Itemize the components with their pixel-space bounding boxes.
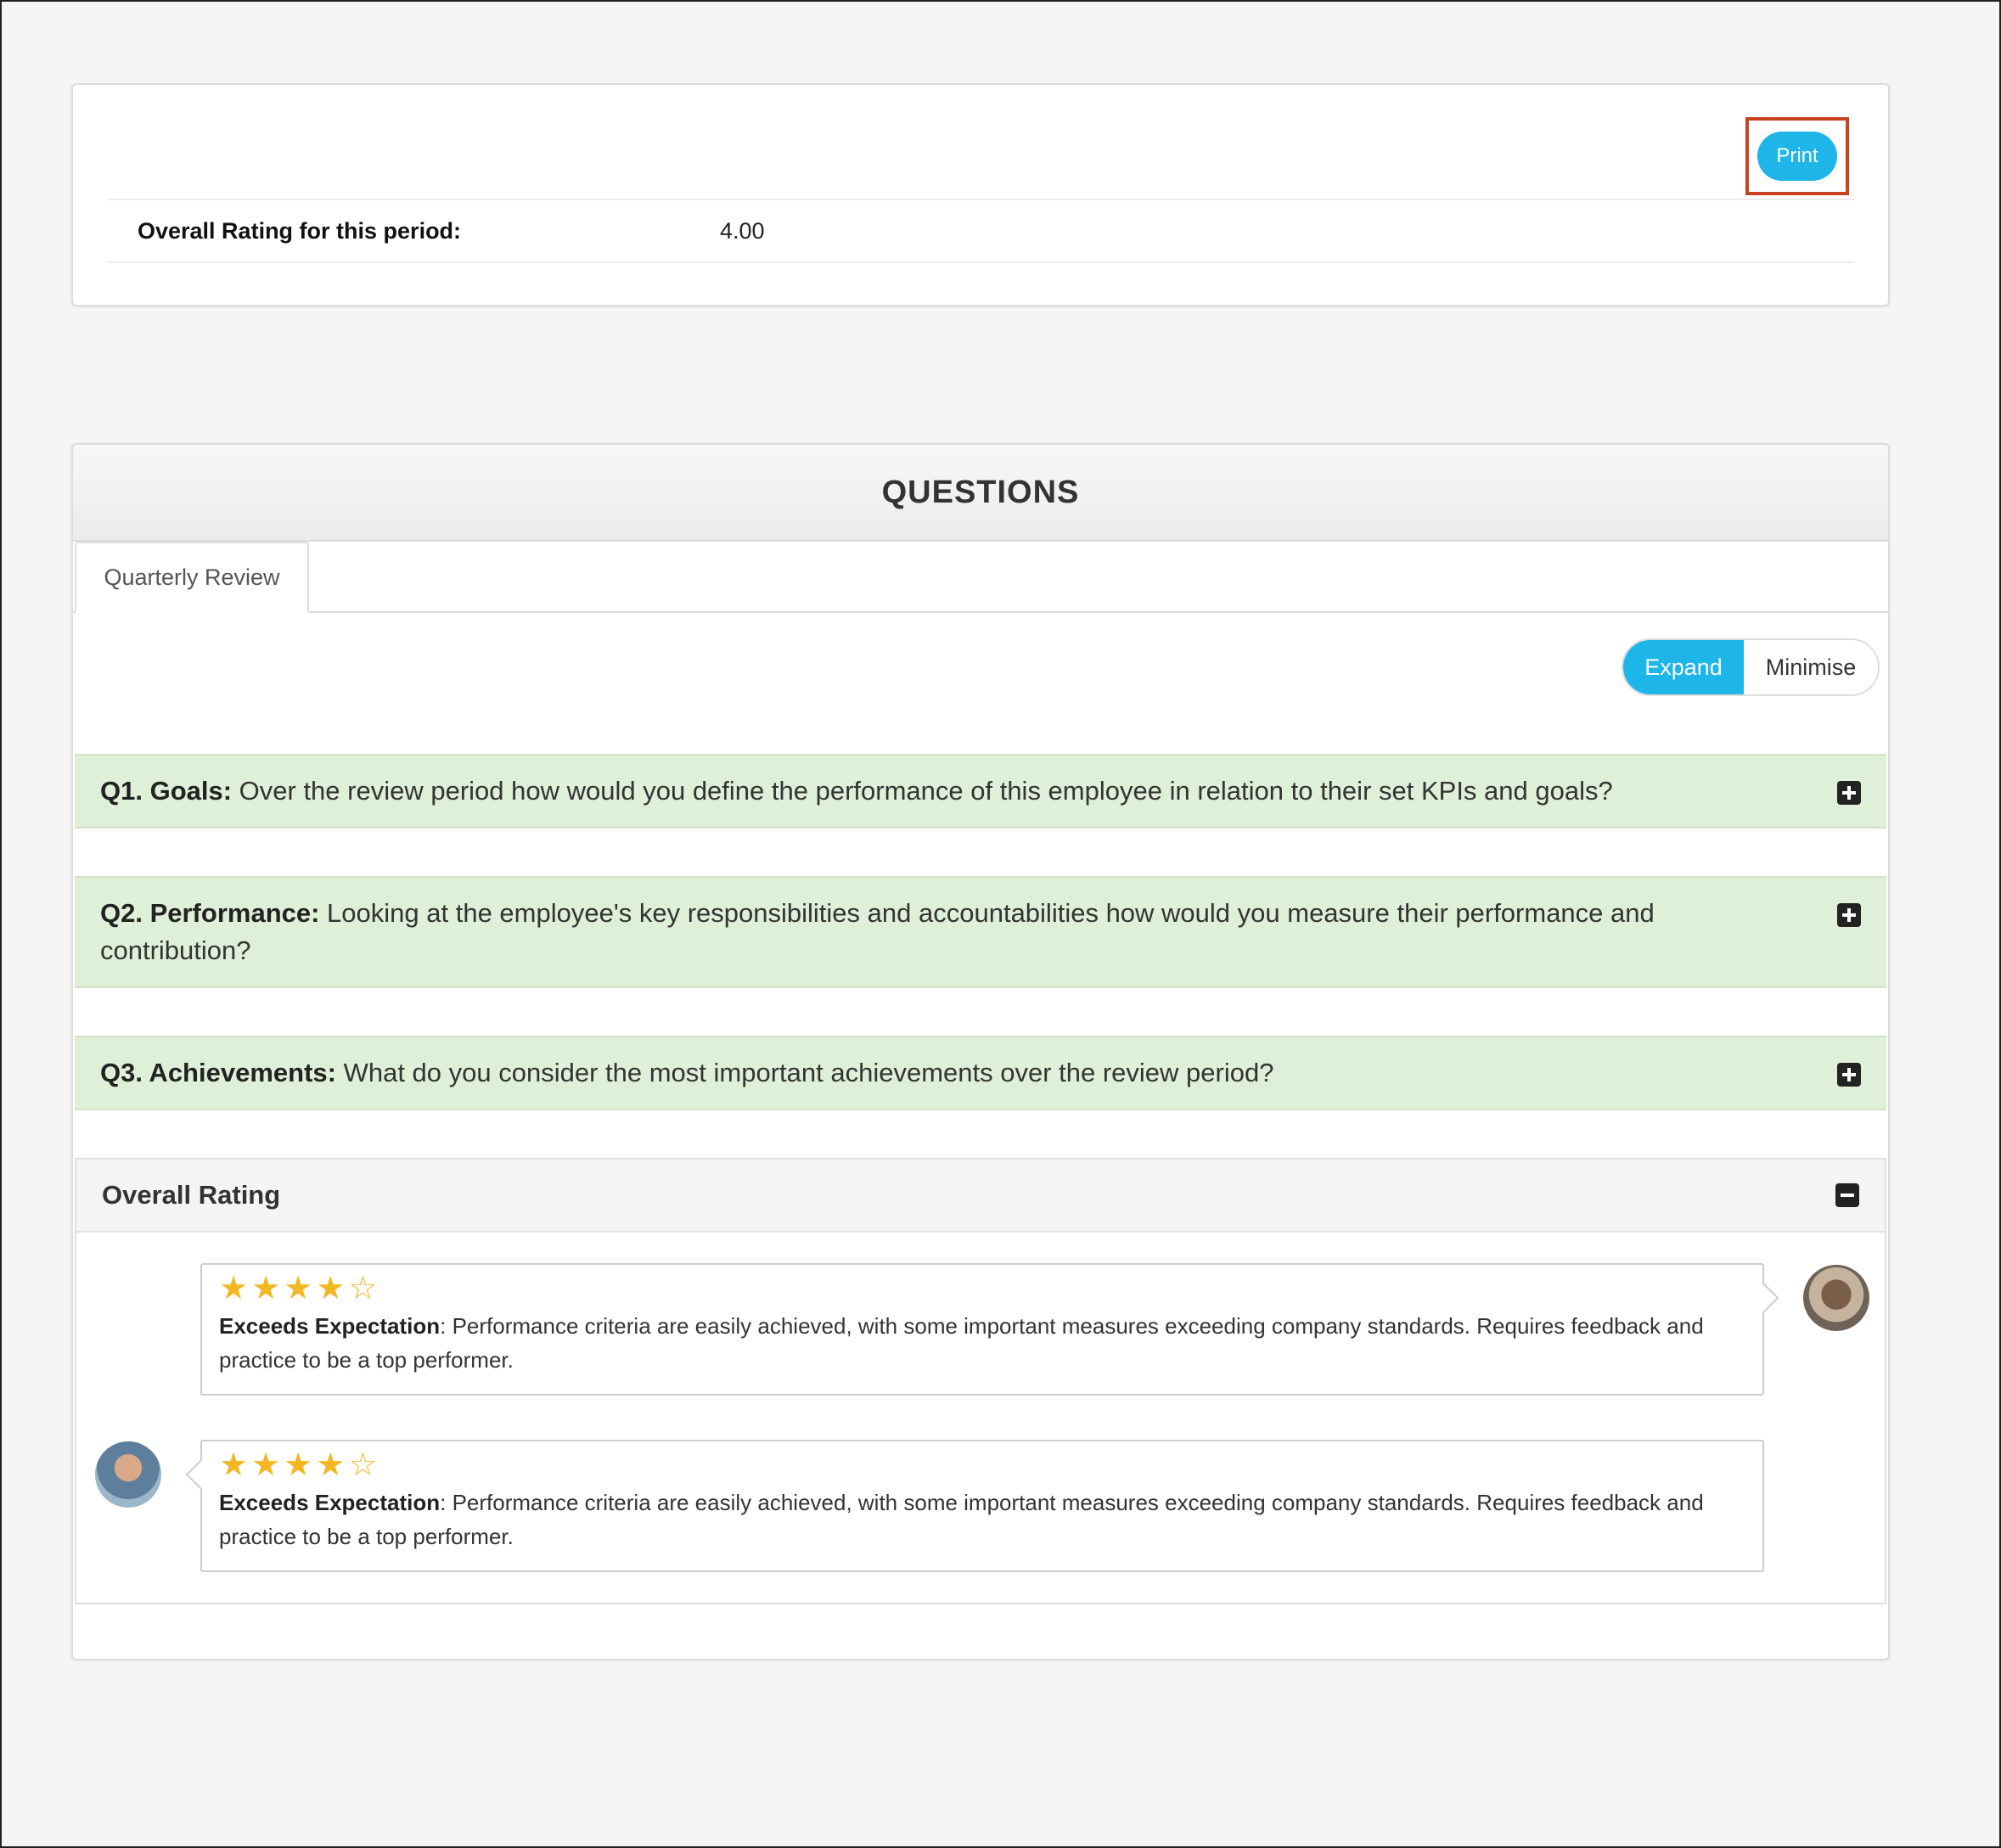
- avatar: [1803, 1265, 1869, 1331]
- star-filled-icon: ★: [316, 1271, 346, 1306]
- overall-rating-label: Overall Rating for this period:: [138, 217, 462, 244]
- rating-response-1: ★ ★ ★ ★ ☆ Exceeds Expectation: Performan…: [200, 1263, 1764, 1396]
- question-text: What do you consider the most important …: [335, 1058, 1274, 1087]
- question-panel-q3[interactable]: Q3. Achievements: What do you consider t…: [75, 1036, 1886, 1110]
- star-filled-icon: ★: [219, 1447, 249, 1483]
- star-filled-icon: ★: [251, 1271, 281, 1306]
- question-panel-q2[interactable]: Q2. Performance: Looking at the employee…: [75, 876, 1886, 988]
- print-button[interactable]: Print: [1757, 132, 1837, 181]
- question-label: Q1. Goals:: [100, 776, 233, 806]
- overall-rating-row: Overall Rating for this period: 4.00: [107, 199, 1854, 263]
- question-label: Q3. Achievements:: [100, 1058, 336, 1087]
- summary-card: Print Overall Rating for this period: 4.…: [71, 83, 1890, 306]
- overall-rating-value: 4.00: [720, 217, 765, 244]
- avatar: [95, 1441, 161, 1508]
- star-filled-icon: ★: [284, 1447, 313, 1483]
- plus-square-icon[interactable]: [1837, 781, 1861, 805]
- star-rating: ★ ★ ★ ★ ☆: [219, 1446, 1745, 1484]
- rating-description: : Performance criteria are easily achiev…: [219, 1490, 1704, 1549]
- rating-comment: Exceeds Expectation: Performance criteri…: [219, 1309, 1745, 1377]
- questions-title: QUESTIONS: [73, 445, 1888, 542]
- star-filled-icon: ★: [219, 1271, 249, 1306]
- expand-minimise-toggle: Expand Minimise: [1622, 638, 1880, 696]
- star-rating: ★ ★ ★ ★ ☆: [219, 1270, 1745, 1307]
- question-text: Over the review period how would you def…: [232, 776, 1613, 806]
- rating-comment: Exceeds Expectation: Performance criteri…: [219, 1486, 1745, 1553]
- questions-card: QUESTIONS Quarterly Review Expand Minimi…: [71, 443, 1890, 1660]
- question-panel-q1[interactable]: Q1. Goals: Over the review period how wo…: [75, 754, 1886, 829]
- star-filled-icon: ★: [284, 1271, 313, 1306]
- rating-response-2: ★ ★ ★ ★ ☆ Exceeds Expectation: Performan…: [200, 1440, 1764, 1572]
- rating-level: Exceeds Expectation: [219, 1490, 441, 1515]
- question-label: Q2. Performance:: [100, 898, 320, 928]
- star-empty-icon: ☆: [348, 1271, 378, 1306]
- plus-square-icon[interactable]: [1837, 1063, 1861, 1087]
- overall-rating-title: Overall Rating: [102, 1180, 281, 1210]
- star-empty-icon: ☆: [348, 1447, 378, 1483]
- tab-bar: Quarterly Review: [73, 542, 1888, 613]
- star-filled-icon: ★: [251, 1447, 281, 1483]
- expand-button[interactable]: Expand: [1623, 640, 1744, 694]
- page-frame: Print Overall Rating for this period: 4.…: [0, 0, 2001, 1848]
- minimise-button[interactable]: Minimise: [1744, 640, 1878, 694]
- overall-rating-panel: Overall Rating ★ ★ ★ ★ ☆ Exceeds Expecta…: [75, 1158, 1886, 1604]
- overall-rating-header[interactable]: Overall Rating: [76, 1160, 1885, 1233]
- rating-description: : Performance criteria are easily achiev…: [219, 1313, 1704, 1373]
- print-button-highlight: Print: [1745, 117, 1849, 195]
- rating-level: Exceeds Expectation: [219, 1313, 441, 1339]
- minus-square-icon[interactable]: [1835, 1183, 1859, 1207]
- question-text: Looking at the employee's key responsibi…: [100, 898, 1655, 965]
- star-filled-icon: ★: [316, 1447, 346, 1483]
- plus-square-icon[interactable]: [1837, 903, 1861, 927]
- tab-quarterly-review[interactable]: Quarterly Review: [75, 542, 309, 613]
